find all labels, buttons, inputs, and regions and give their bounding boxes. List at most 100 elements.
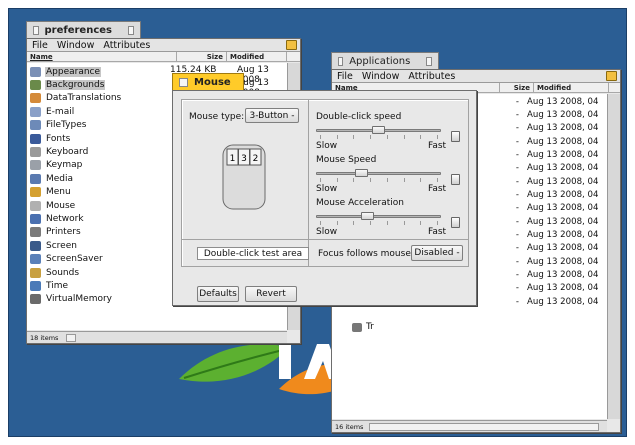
slider-tick xyxy=(403,135,405,139)
status-bar: 18 items xyxy=(27,331,287,343)
window-title: Applications xyxy=(349,55,411,67)
column-modified[interactable]: Modified xyxy=(227,51,287,62)
applications-window-tab[interactable]: Applications xyxy=(331,52,439,69)
double-click-speed-slider-thumb[interactable] xyxy=(372,126,385,134)
defaults-button[interactable]: Defaults xyxy=(197,286,239,302)
revert-label: Revert xyxy=(256,289,286,299)
screen-icon xyxy=(30,240,41,251)
mouse-acceleration-label: Mouse Acceleration xyxy=(316,198,404,208)
deskbar-tray-icon[interactable] xyxy=(286,40,297,50)
mouse-type-menu[interactable]: 3-Button - xyxy=(245,108,299,123)
menu-attributes[interactable]: Attributes xyxy=(103,40,150,51)
mouse-acceleration-slow-label: Slow xyxy=(316,227,338,237)
modified-cell: Aug 13 2008, 04 xyxy=(527,243,599,254)
fonts-icon xyxy=(30,133,41,144)
mouse-speed-lever-icon xyxy=(451,174,460,185)
focus-value: Disabled xyxy=(414,248,454,258)
focus-follows-mouse-menu[interactable]: Disabled - xyxy=(411,245,463,261)
mouse-acceleration-fast-label: Fast xyxy=(428,227,447,237)
letter-h-logo xyxy=(279,344,291,379)
list-item-label: Backgrounds xyxy=(45,80,106,91)
horizontal-scrollbar[interactable] xyxy=(66,333,77,342)
deskbar-tray-icon[interactable] xyxy=(606,71,617,81)
slider-tick xyxy=(336,178,338,182)
close-box-icon[interactable] xyxy=(338,56,344,66)
modified-cell: Aug 13 2008, 04 xyxy=(527,203,599,214)
backgrounds-icon xyxy=(30,80,41,91)
menu-window[interactable]: Window xyxy=(57,40,94,51)
mouse-acceleration-lever-icon xyxy=(451,217,460,228)
slider-tick xyxy=(437,221,438,225)
email-icon xyxy=(30,106,41,117)
mouse-speed-fast-label: Fast xyxy=(428,184,447,194)
modified-cell: Aug 13 2008, 04 xyxy=(527,96,599,107)
slider-tick xyxy=(386,135,388,139)
slider-tick xyxy=(403,178,405,182)
menu-window[interactable]: Window xyxy=(362,71,399,82)
column-modified[interactable]: Modified xyxy=(534,82,609,93)
list-item-label: Keymap xyxy=(46,160,83,171)
item-count: 18 items xyxy=(30,333,59,342)
partial-app-name: Tr xyxy=(352,322,374,332)
double-click-speed-slow-label: Slow xyxy=(316,141,338,151)
slider-tick xyxy=(320,178,321,182)
slider-tick xyxy=(320,221,321,225)
printers-icon xyxy=(30,227,41,238)
mouse-speed-slider-thumb[interactable] xyxy=(355,169,369,177)
column-name[interactable]: Name xyxy=(27,51,177,62)
modified-cell: Aug 13 2008, 04 xyxy=(527,176,599,187)
desktop: preferences File Window Attributes Name … xyxy=(8,8,627,437)
time-icon xyxy=(30,280,41,291)
close-box-icon[interactable] xyxy=(33,25,39,35)
keymap-icon xyxy=(30,160,41,171)
slider-tick xyxy=(353,135,355,139)
mouse-window-tab[interactable]: Mouse xyxy=(172,73,244,90)
list-item-label: Media xyxy=(46,173,74,184)
item-count: 16 items xyxy=(335,422,364,431)
slider-tick xyxy=(353,221,355,225)
modified-cell: Aug 13 2008, 04 xyxy=(527,256,599,267)
slider-tick xyxy=(420,221,422,225)
mouse-acceleration-slider[interactable] xyxy=(316,215,441,218)
list-item-label: E-mail xyxy=(46,106,75,117)
double-click-test-area[interactable]: Double-click test area xyxy=(197,247,309,260)
list-item-label: FileTypes xyxy=(46,120,87,131)
list-item-label: Time xyxy=(46,280,69,291)
slider-tick xyxy=(386,178,388,182)
close-box-icon[interactable] xyxy=(179,77,188,87)
zoom-box-icon[interactable] xyxy=(426,56,432,66)
menu-file[interactable]: File xyxy=(337,71,353,82)
status-bar: 16 items xyxy=(332,420,607,432)
column-size[interactable]: Size xyxy=(500,82,534,93)
horizontal-scrollbar[interactable] xyxy=(369,422,600,431)
slider-tick xyxy=(420,135,422,139)
menu-file[interactable]: File xyxy=(32,40,48,51)
slider-tick xyxy=(336,221,338,225)
virtualmemory-icon xyxy=(30,294,41,305)
slider-tick xyxy=(370,178,372,182)
menu-bar: File Window Attributes xyxy=(27,39,300,52)
mouse-button-3: 3 xyxy=(241,154,247,164)
slider-tick xyxy=(386,221,388,225)
preferences-window-tab[interactable]: preferences xyxy=(26,21,141,38)
filetypes-icon xyxy=(30,120,41,131)
double-click-speed-fast-label: Fast xyxy=(428,141,447,151)
revert-button[interactable]: Revert xyxy=(245,286,297,302)
list-item-label: Menu xyxy=(46,187,71,198)
datatranslations-icon xyxy=(30,93,41,104)
test-area-label: Double-click test area xyxy=(203,248,303,259)
modified-cell: Aug 13 2008, 04 xyxy=(527,136,599,147)
menu-attributes[interactable]: Attributes xyxy=(408,71,455,82)
menu-bar: File Window Attributes xyxy=(332,70,620,83)
chevron-down-icon: - xyxy=(288,110,295,121)
mouse-acceleration-slider-thumb[interactable] xyxy=(360,212,374,220)
mouse-speed-slider[interactable] xyxy=(316,172,441,175)
slider-tick xyxy=(370,135,372,139)
list-item-label: Printers xyxy=(46,227,81,238)
keyboard-icon xyxy=(30,147,41,158)
zoom-box-icon[interactable] xyxy=(128,25,134,35)
chevron-down-icon: - xyxy=(453,248,460,258)
mouse-speed-label: Mouse Speed xyxy=(316,155,377,165)
column-size[interactable]: Size xyxy=(177,51,227,62)
vertical-scrollbar[interactable] xyxy=(607,94,620,419)
